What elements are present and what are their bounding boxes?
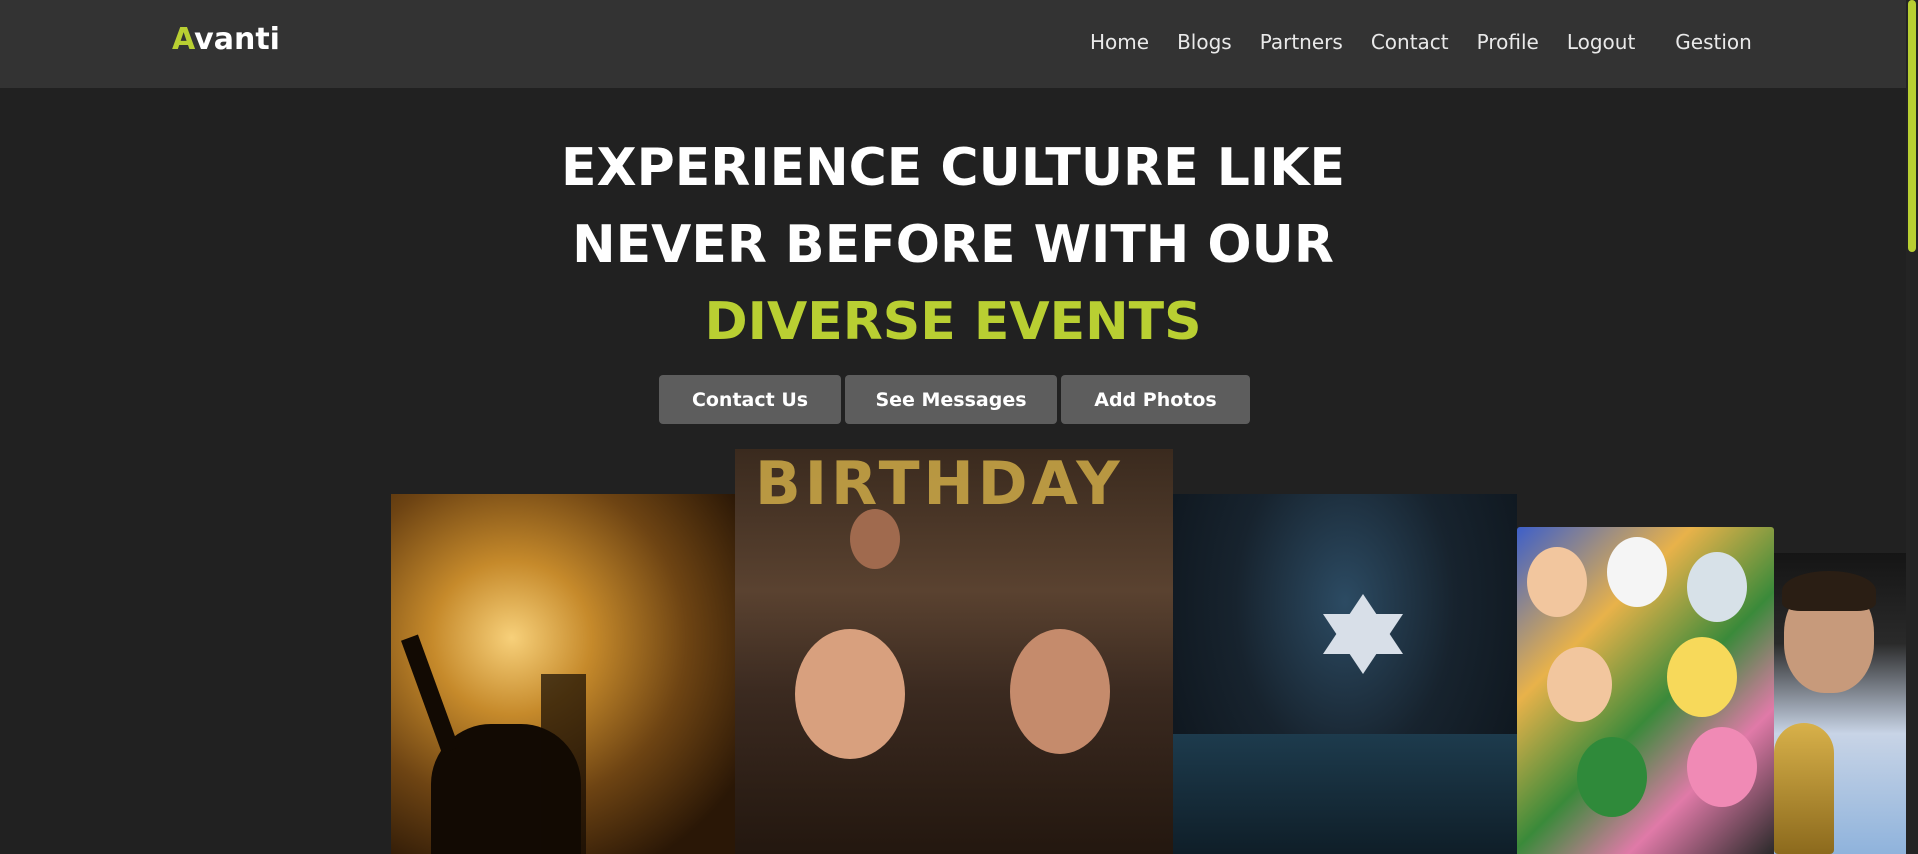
concert-raised-arm <box>401 634 459 754</box>
anime-character-7 <box>1687 727 1757 807</box>
concert-guitarist <box>541 674 586 854</box>
anime-character-4 <box>1547 647 1612 722</box>
gallery-image-birthday: BIRTHDAY <box>735 449 1173 854</box>
football-player-hair <box>1782 571 1876 611</box>
logo-text: vanti <box>194 22 280 57</box>
hero-line-1: EXPERIENCE CULTURE LIKE <box>560 138 1346 198</box>
club-star-bottom <box>1323 614 1403 674</box>
nav-blogs[interactable]: Blogs <box>1177 30 1232 54</box>
contact-us-button[interactable]: Contact Us <box>659 375 841 424</box>
birthday-person-right <box>1010 629 1110 754</box>
scrollbar-thumb[interactable] <box>1908 0 1916 252</box>
gallery-image-football <box>1774 553 1906 854</box>
main-nav: Home Blogs Partners Contact Profile Logo… <box>1090 27 1752 57</box>
logo[interactable]: Avanti <box>172 22 280 57</box>
birthday-person-left <box>795 629 905 759</box>
hero-line-2: NEVER BEFORE WITH OUR <box>572 215 1334 275</box>
scrollbar-track[interactable] <box>1906 0 1918 854</box>
anime-character-5 <box>1667 637 1737 717</box>
birthday-person-back <box>850 509 900 569</box>
nav-gestion[interactable]: Gestion <box>1675 30 1752 54</box>
hero-buttons: Contact Us See Messages Add Photos <box>659 375 1254 424</box>
nav-profile[interactable]: Profile <box>1477 30 1539 54</box>
anime-character-1 <box>1527 547 1587 617</box>
anime-character-3 <box>1687 552 1747 622</box>
logo-initial: A <box>172 22 195 57</box>
nav-partners[interactable]: Partners <box>1260 30 1343 54</box>
hero-title: EXPERIENCE CULTURE LIKE NEVER BEFORE WIT… <box>0 130 1906 361</box>
gallery-image-anime <box>1517 527 1774 854</box>
gallery-image-concert <box>391 494 736 854</box>
nav-home[interactable]: Home <box>1090 30 1149 54</box>
anime-character-6 <box>1577 737 1647 817</box>
navbar: Avanti Home Blogs Partners Contact Profi… <box>0 0 1906 88</box>
anime-character-2 <box>1607 537 1667 607</box>
club-crowd <box>1173 734 1517 854</box>
nav-logout[interactable]: Logout <box>1567 30 1635 54</box>
nav-contact[interactable]: Contact <box>1371 30 1449 54</box>
hero-line-3: DIVERSE EVENTS <box>704 292 1202 352</box>
add-photos-button[interactable]: Add Photos <box>1061 375 1250 424</box>
trophy-icon <box>1774 723 1834 854</box>
birthday-balloons: BIRTHDAY <box>755 449 1124 519</box>
see-messages-button[interactable]: See Messages <box>845 375 1057 424</box>
gallery-image-club <box>1173 494 1517 854</box>
